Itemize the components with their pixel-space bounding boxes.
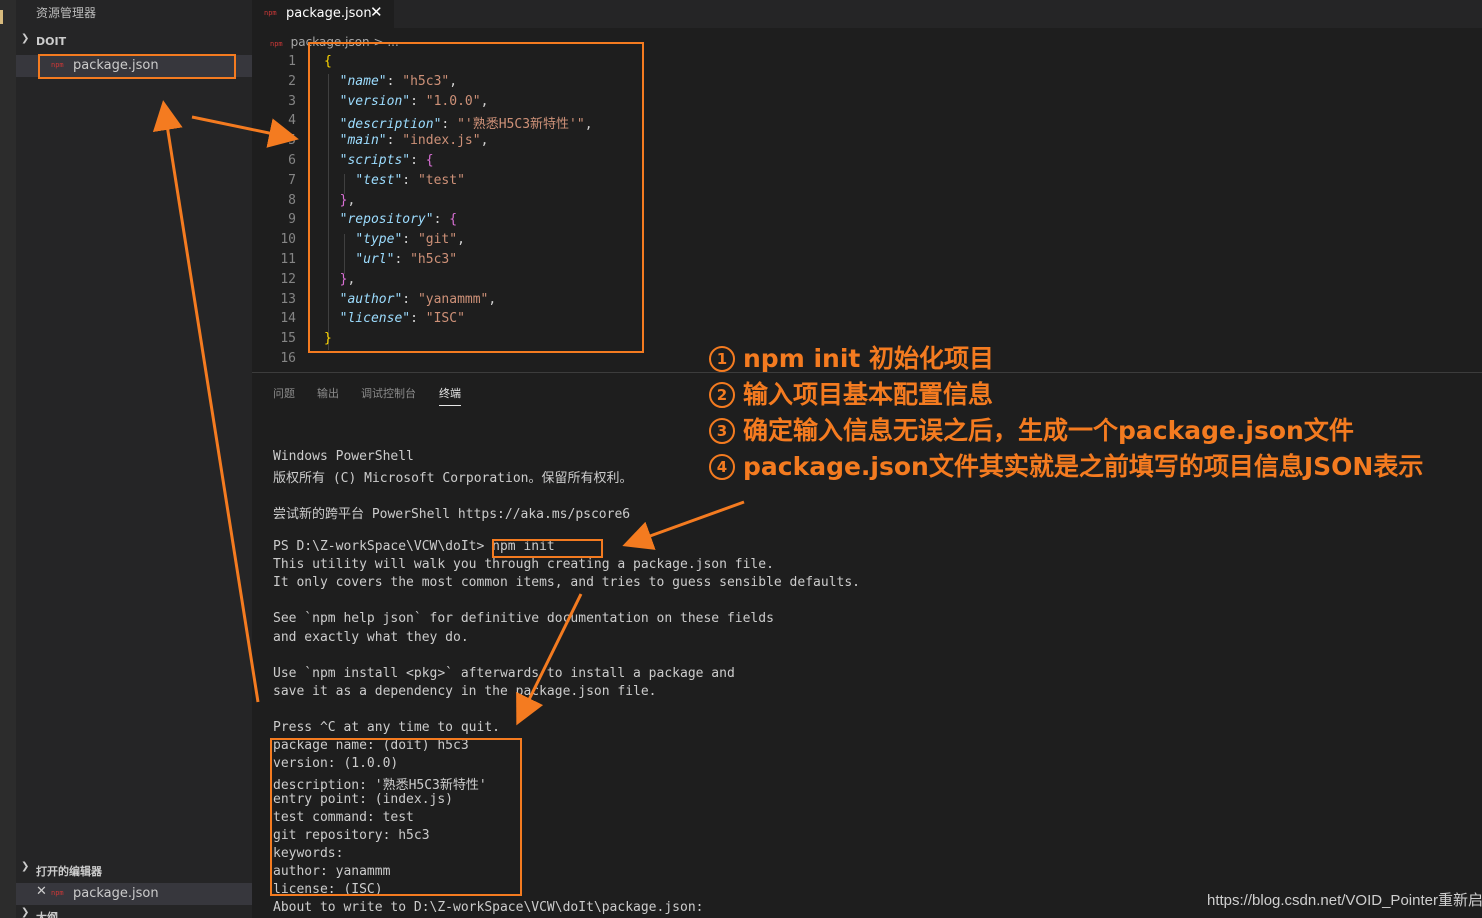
arrow-to-file — [152, 100, 260, 703]
arrow-to-command — [622, 500, 745, 550]
watermark: https://blog.csdn.net/VOID_Pointer重新启 — [1207, 892, 1482, 909]
annotation-step-3: 3 确定输入信息无误之后，生成一个package.json文件 — [709, 411, 1354, 447]
arrow-to-answers — [516, 593, 583, 726]
annotation-step-2: 2 输入项目基本配置信息 — [709, 375, 993, 411]
annotation-step-4: 4 package.json文件其实就是之前填写的项目信息JSON表示 — [709, 447, 1423, 483]
arrow-to-json — [191, 115, 299, 148]
annotation-step-1: 1 npm init 初始化项目 — [709, 339, 994, 375]
